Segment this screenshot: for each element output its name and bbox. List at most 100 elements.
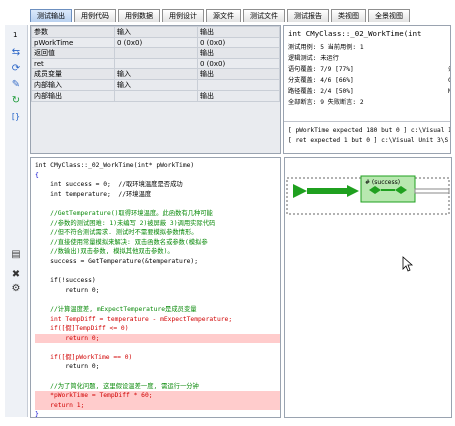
output-line[interactable]: [ ret expected 1 but 0 ] c:\Visual Unit … [288,135,450,145]
code-line[interactable] [35,199,280,209]
left-toolbar: 1 ⇆ ⟳ ✎ ↻ [} ▤ ✖ ⚙ [5,25,28,417]
code-line[interactable]: *pWorkTime = TempDiff * 60; [35,391,280,401]
code-line[interactable]: //直接使用常量模拟来解决: 双击函数名或参数(模拟参 [35,238,280,248]
table-cell [114,90,198,102]
table-cell: pWorkTime [31,37,115,48]
table-cell: 参数 [31,26,115,38]
test-case-count: 测试用例: 5 当前用例: 1 [288,44,364,51]
code-line[interactable]: success = GetTemperature(&temperature); [35,257,280,267]
code-line[interactable]: return 1; [35,400,280,411]
tab-item[interactable]: 用例数据 [118,9,160,22]
tab-bar: 测试输出 用例代码 用例数据 用例设计 源文件 测试文件 测试报告 类视图 全景视图 [30,9,410,23]
variables-pane: 参数 输入 输出 pWorkTime 0 (0x0) 0 (0x0) 返回值 输出 ret 0 (… [30,25,281,154]
table-row[interactable]: 内部输出 输出 [31,90,280,102]
table-row[interactable]: 返回值 输出 [31,47,280,59]
code-line[interactable]: if([假]TempDiff <= 0) [35,324,280,334]
table-cell: 内部输入 [31,79,115,91]
settings-icon[interactable]: ⚙ [9,283,23,294]
output-line[interactable]: [ pWorkTime expected 180 but 0 ] c:\Visu… [288,125,450,135]
assert-summary: 全部断言: 9 失败断言: 2 [288,99,364,106]
close-icon[interactable]: ✖ [9,269,23,280]
code-line[interactable]: //GetTemperature()取得环境温度。此函数有几种可能 [35,209,280,219]
function-title: int CMyClass::_02_WorkTime(int [288,29,422,38]
table-cell [197,79,280,91]
code-line[interactable]: return 0; [35,362,280,372]
gear-arrow-icon[interactable]: ⟳ [9,63,23,74]
tab-item[interactable]: 类视图 [331,9,366,22]
coverage-value [376,64,448,75]
code-braces-icon[interactable]: [} [9,111,23,122]
coverage-row: 路径覆盖: 2/4 [50%] MC/DC: 9/15 [6 [288,86,450,97]
coverage-value: 路径覆盖: 2/4 [50%] [288,88,354,95]
coverage-value: C/DC: 8/12 [6 [448,75,450,86]
mouse-cursor-icon [402,256,414,272]
tab-item[interactable]: 用例设计 [162,9,204,22]
table-cell: 0 (0x0) [114,37,198,48]
table-cell: 输出 [197,26,280,38]
code-line[interactable]: if(!success) [35,276,280,286]
code-line[interactable]: int CMyClass::_02_WorkTime(int* pWorkTim… [35,161,280,171]
table-cell [114,47,198,59]
diagram-canvas: # (success) [286,175,450,272]
table-cell: 成员变量 [31,68,115,80]
code-line[interactable]: //参数的测试困难: 1)未编写 2)被屏蔽 3)调用实际代码 [35,219,280,229]
table-cell: ret [31,58,115,69]
code-line[interactable] [35,295,280,305]
tab-item[interactable]: 用例代码 [74,9,116,22]
code-line[interactable]: } [35,410,280,417]
edit-icon[interactable]: ✎ [9,79,23,90]
arrows-icon[interactable]: ⇆ [9,47,23,58]
code-line[interactable]: { [35,171,280,181]
table-cell: 输入 [114,26,198,38]
tab-item[interactable]: 测试报告 [287,9,329,22]
coverage-value: 分支覆盖: 4/6 [66%] [288,77,354,84]
code-line[interactable]: int success = 0; //取环境温度是否成功 [35,180,280,190]
path-diagram: # (success) [284,157,452,418]
condition-label: # (success) [365,179,400,186]
coverage-pane: int CMyClass::_02_WorkTime(int 测试用例: 5 当… [283,25,451,154]
table-row[interactable]: pWorkTime 0 (0x0) 0 (0x0) [31,37,280,48]
variables-table: 参数 输入 输出 pWorkTime 0 (0x0) 0 (0x0) 返回值 输出 ret 0 (… [31,26,280,102]
code-line[interactable] [35,372,280,382]
refresh-icon[interactable]: ↻ [9,95,23,106]
path-bar [347,185,359,197]
path-bar [307,188,349,194]
tab-item[interactable]: 全景视图 [368,9,410,22]
table-row[interactable]: 参数 输入 输出 [31,26,280,38]
table-cell: 返回值 [31,47,115,59]
table-cell: 输入 [114,79,198,91]
list-icon[interactable]: ▤ [9,249,23,260]
table-cell: 输出 [197,68,280,80]
row-number: 1 [13,31,18,39]
code-line[interactable]: //但不符合测试需求. 测试时不需要模拟参数情形。 [35,228,280,238]
coverage-value: MC/DC: 9/15 [6 [448,86,450,97]
tab-item[interactable]: 测试输出 [30,9,72,22]
coverage-value [376,86,448,97]
path-bar [414,188,450,194]
table-cell: 输出 [197,90,280,102]
code-line[interactable]: if([假]pWorkTime == 0) [35,353,280,363]
code-line[interactable]: return 0; [35,286,280,296]
code-line[interactable]: int temperature; //环境温度 [35,190,280,200]
code-line[interactable]: //数输出)双击参数, 模拟其他双击参数)。 [35,247,280,257]
coverage-row: 分支覆盖: 4/6 [66%] C/DC: 8/12 [6 [288,75,450,86]
table-row[interactable]: ret 0 (0x0) [31,58,280,69]
table-cell: 0 (0x0) [197,58,280,69]
code-line[interactable]: return 0; [35,333,280,344]
start-node[interactable] [293,184,307,198]
coverage-value [376,75,448,86]
table-row[interactable]: 内部输入 输入 [31,79,280,91]
table-row[interactable]: 成员变量 输入 输出 [31,68,280,80]
code-line[interactable]: //计算温度差, mExpectTemperature是成员变量 [35,305,280,315]
coverage-row: 语句覆盖: 7/9 [77%] 条件覆盖: 4/6 [ [288,64,450,75]
code-line[interactable] [35,343,280,353]
code-line[interactable]: //为了简化问题, 这里假设温差一度, 需运行一分钟 [35,382,280,392]
code-line[interactable] [35,267,280,277]
table-cell: 内部输出 [31,90,115,102]
tab-item[interactable]: 测试文件 [243,9,285,22]
code-line[interactable]: int TempDiff = temperature - mExpectTemp… [35,315,280,325]
tab-item[interactable]: 源文件 [206,9,241,22]
code-editor[interactable]: int CMyClass::_02_WorkTime(int* pWorkTim… [30,157,281,418]
table-cell: 输出 [197,47,280,59]
table-cell: 0 (0x0) [197,37,280,48]
